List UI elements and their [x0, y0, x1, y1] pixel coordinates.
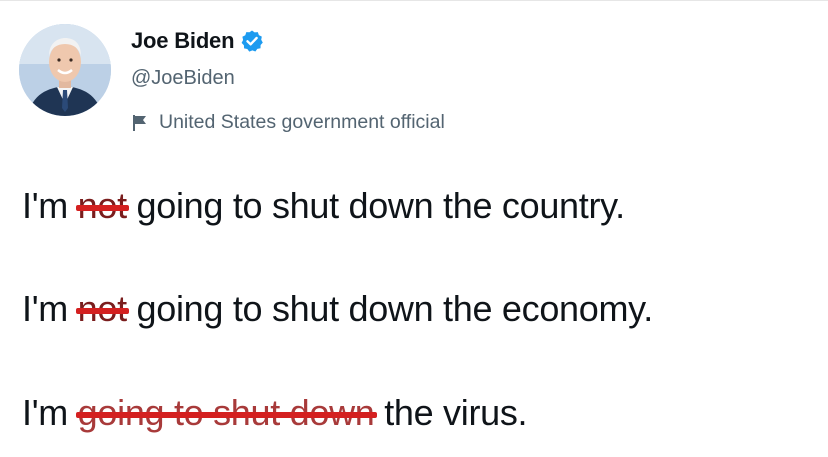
line-prefix: I'm [22, 392, 68, 433]
government-label: United States government official [131, 111, 445, 134]
display-name[interactable]: Joe Biden [131, 28, 235, 54]
tweet-line-3: I'm going to shut down the virus. [22, 392, 528, 434]
government-label-text: United States government official [159, 111, 445, 133]
struck-text: not [75, 288, 129, 329]
tweet-card: Joe Biden @JoeBiden United States govern… [0, 0, 828, 457]
line-prefix: I'm [22, 185, 68, 226]
profile-photo-icon [19, 24, 111, 116]
avatar[interactable] [19, 24, 111, 116]
tweet-line-2: I'm not going to shut down the economy. [22, 288, 653, 330]
flag-icon [133, 114, 146, 131]
author-name-row: Joe Biden [131, 28, 264, 54]
struck-text: not [75, 185, 129, 226]
line-prefix: I'm [22, 288, 68, 329]
tweet-line-1: I'm not going to shut down the country. [22, 185, 625, 227]
line-rest: going to shut down the country. [136, 185, 626, 226]
struck-text: going to shut down [75, 392, 377, 433]
line-rest: the virus. [384, 392, 528, 433]
line-rest: going to shut down the economy. [136, 288, 654, 329]
verified-badge-icon[interactable] [240, 29, 264, 53]
user-handle[interactable]: @JoeBiden [131, 67, 235, 90]
